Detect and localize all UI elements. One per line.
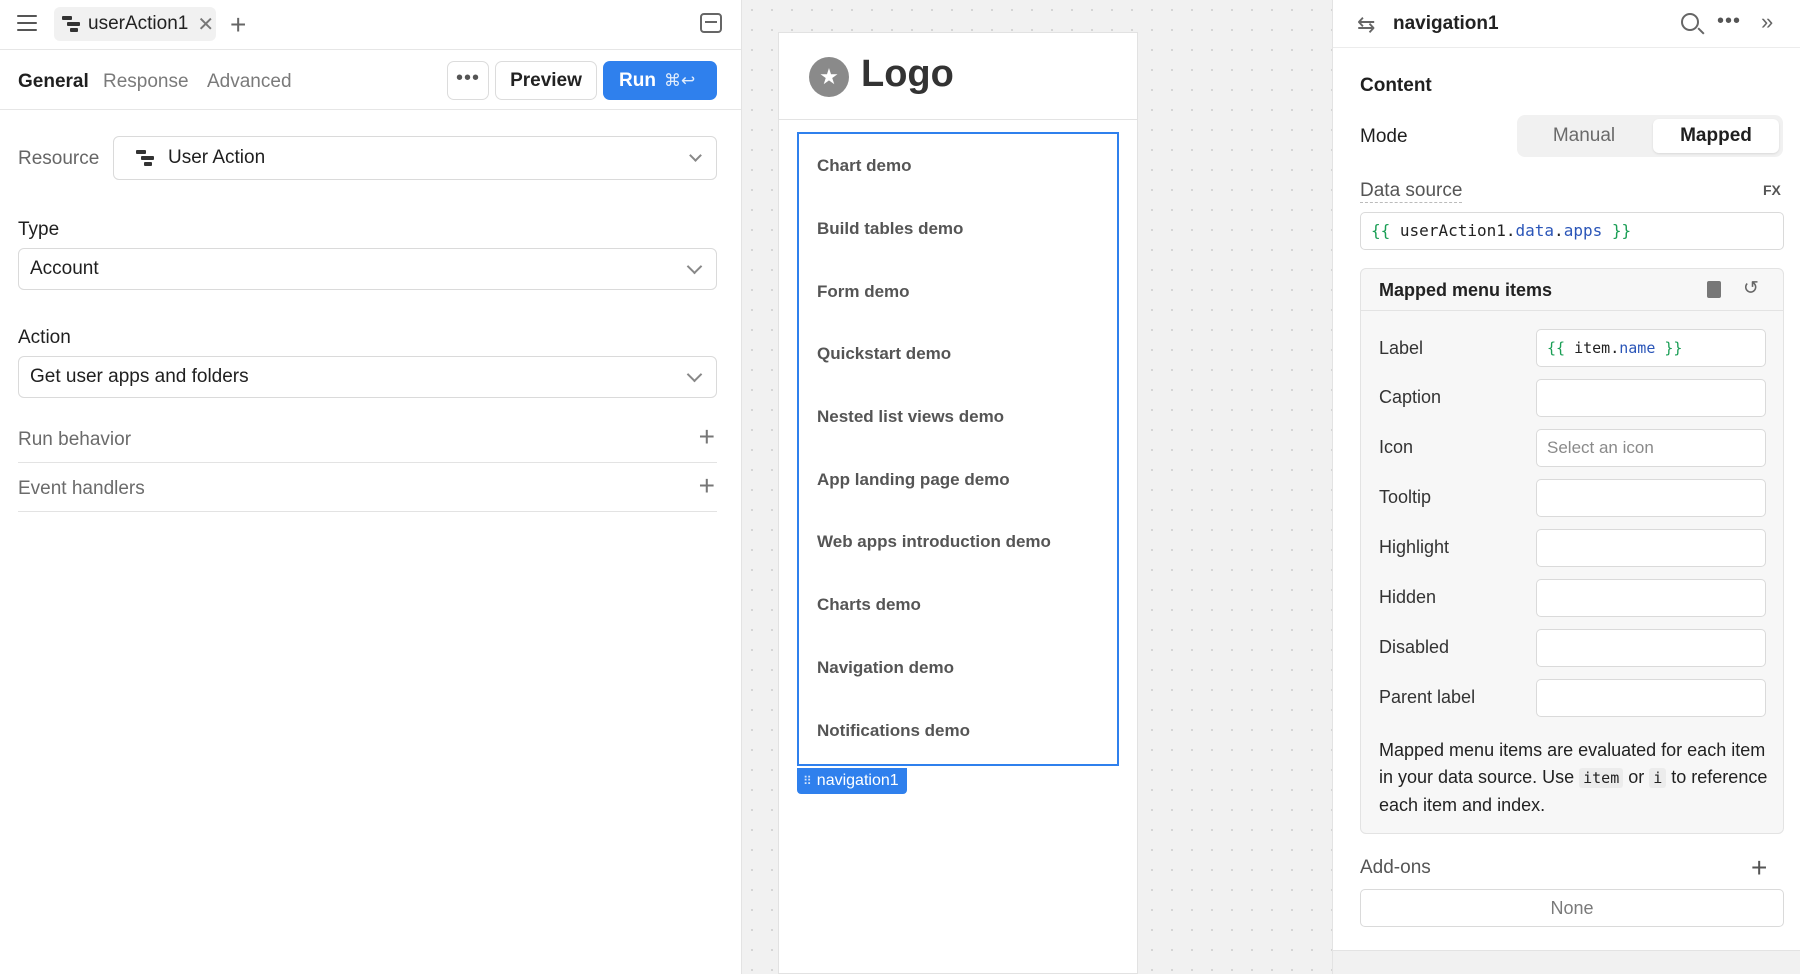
disabled-field-input[interactable] [1536, 629, 1766, 667]
run-button-label: Run [619, 70, 656, 91]
label-field-input[interactable]: {{ item.name }} [1536, 329, 1766, 367]
mapped-help-text: Mapped menu items are evaluated for each… [1379, 740, 1768, 815]
nav-item[interactable]: Navigation demo [817, 658, 954, 678]
run-behavior-label: Run behavior [18, 429, 132, 450]
navigation-icon: ⇆ [1357, 12, 1376, 37]
query-toolbar: General Response Advanced ••• Preview Ru… [0, 50, 741, 110]
chevron-down-icon [689, 149, 702, 162]
run-button[interactable]: Run ⌘↩ [603, 61, 717, 100]
selected-component-tag[interactable]: ⠿ navigation1 [797, 768, 907, 794]
highlight-field-input[interactable] [1536, 529, 1766, 567]
inspector-footer-strip [1333, 950, 1800, 974]
collapse-panel-icon[interactable] [700, 13, 722, 33]
navigation-component[interactable]: Chart demo Build tables demo Form demo Q… [797, 132, 1119, 766]
run-shortcut: ⌘↩ [663, 71, 696, 90]
resource-select[interactable]: User Action [113, 136, 717, 180]
query-tab-label: userAction1 [88, 13, 189, 34]
tab-general[interactable]: General [18, 71, 89, 93]
drag-handle-icon[interactable]: ⠿ [803, 774, 812, 788]
parent-label-field-label: Parent label [1379, 687, 1476, 707]
mode-segmented-control: Manual Mapped [1517, 115, 1783, 157]
mode-option-manual[interactable]: Manual [1521, 119, 1647, 153]
more-options-button[interactable]: ••• [447, 61, 489, 100]
type-select[interactable]: Account [18, 248, 717, 290]
disabled-field-label: Disabled [1379, 637, 1450, 657]
resource-icon [136, 150, 154, 166]
plus-icon[interactable]: + [699, 421, 715, 453]
book-icon[interactable] [1707, 281, 1721, 298]
tooltip-field-input[interactable] [1536, 479, 1766, 517]
search-icon[interactable] [1681, 13, 1699, 31]
query-editor-panel: userAction1 ✕ + General Response Advance… [0, 0, 742, 974]
hamburger-icon[interactable] [17, 15, 37, 31]
icon-field-label: Icon [1379, 437, 1414, 457]
mode-label: Mode [1360, 126, 1408, 147]
mapped-menu-items-header: Mapped menu items ↺ [1361, 269, 1783, 311]
nav-item[interactable]: Charts demo [817, 595, 921, 615]
event-handlers-section[interactable]: Event handlers + [18, 464, 717, 512]
reset-icon[interactable]: ↺ [1743, 277, 1759, 300]
plus-icon[interactable]: + [699, 470, 715, 502]
caption-field-input[interactable] [1536, 379, 1766, 417]
data-source-input[interactable]: {{ userAction1.data.apps }} [1360, 212, 1784, 250]
resource-value: User Action [168, 147, 266, 168]
logo-row: ★ Logo [779, 33, 1137, 120]
hidden-field-input[interactable] [1536, 579, 1766, 617]
nav-item[interactable]: Nested list views demo [817, 407, 1004, 427]
nav-item[interactable]: Notifications demo [817, 721, 970, 741]
component-title[interactable]: navigation1 [1393, 13, 1499, 35]
nav-item[interactable]: Form demo [817, 282, 910, 302]
hidden-field-label: Hidden [1379, 587, 1437, 607]
selected-component-name: navigation1 [816, 772, 899, 789]
resource-icon [62, 16, 80, 32]
addons-none-box: None [1360, 889, 1784, 927]
action-label: Action [18, 327, 71, 348]
event-handlers-label: Event handlers [18, 478, 145, 499]
app-sidebar-frame: ★ Logo Chart demo Build tables demo Form… [778, 32, 1138, 974]
type-value: Account [30, 258, 99, 279]
nav-item[interactable]: Chart demo [817, 156, 911, 176]
chevron-down-icon [686, 366, 703, 383]
nav-item[interactable]: Build tables demo [817, 219, 963, 239]
app-canvas[interactable]: ★ Logo Chart demo Build tables demo Form… [742, 0, 1332, 974]
logo-text: Logo [861, 53, 954, 95]
resource-label: Resource [18, 148, 100, 169]
nav-item[interactable]: App landing page demo [817, 470, 1010, 490]
inspector-panel: ⇆ navigation1 ••• » Content Mode Manual … [1332, 0, 1800, 974]
highlight-field-label: Highlight [1379, 537, 1450, 557]
chevron-down-icon [686, 258, 703, 275]
addons-label: Add-ons [1360, 857, 1431, 878]
nav-item[interactable]: Web apps introduction demo [817, 532, 1051, 552]
close-icon[interactable]: ✕ [197, 12, 214, 37]
plus-icon[interactable]: + [1751, 852, 1767, 884]
more-icon[interactable]: ••• [1717, 10, 1741, 33]
mapped-menu-items-section: Mapped menu items ↺ Label {{ item.name }… [1360, 268, 1784, 834]
data-source-label: Data source [1360, 180, 1463, 203]
tab-response[interactable]: Response [103, 71, 189, 93]
mapped-menu-items-title: Mapped menu items [1379, 280, 1553, 300]
icon-field-input[interactable]: Select an icon [1536, 429, 1766, 467]
action-select[interactable]: Get user apps and folders [18, 356, 717, 398]
content-heading: Content [1360, 75, 1432, 96]
query-tabbar: userAction1 ✕ + [0, 0, 741, 50]
query-tab-useraction1[interactable]: userAction1 ✕ [54, 7, 216, 41]
parent-label-field-input[interactable] [1536, 679, 1766, 717]
fx-toggle[interactable]: FX [1763, 182, 1781, 198]
tab-advanced[interactable]: Advanced [207, 71, 292, 93]
label-field-label: Label [1379, 338, 1424, 358]
run-behavior-section[interactable]: Run behavior + [18, 415, 717, 463]
expand-icon[interactable]: » [1761, 9, 1773, 35]
tooltip-field-label: Tooltip [1379, 487, 1432, 507]
type-label: Type [18, 219, 60, 240]
caption-field-label: Caption [1379, 387, 1442, 407]
inspector-header: ⇆ navigation1 ••• » [1333, 0, 1800, 48]
preview-button[interactable]: Preview [495, 61, 597, 100]
action-value: Get user apps and folders [30, 366, 249, 387]
nav-item[interactable]: Quickstart demo [817, 344, 951, 364]
new-tab-plus-icon[interactable]: + [230, 9, 246, 41]
mode-option-mapped[interactable]: Mapped [1653, 119, 1779, 153]
star-icon: ★ [809, 57, 849, 97]
